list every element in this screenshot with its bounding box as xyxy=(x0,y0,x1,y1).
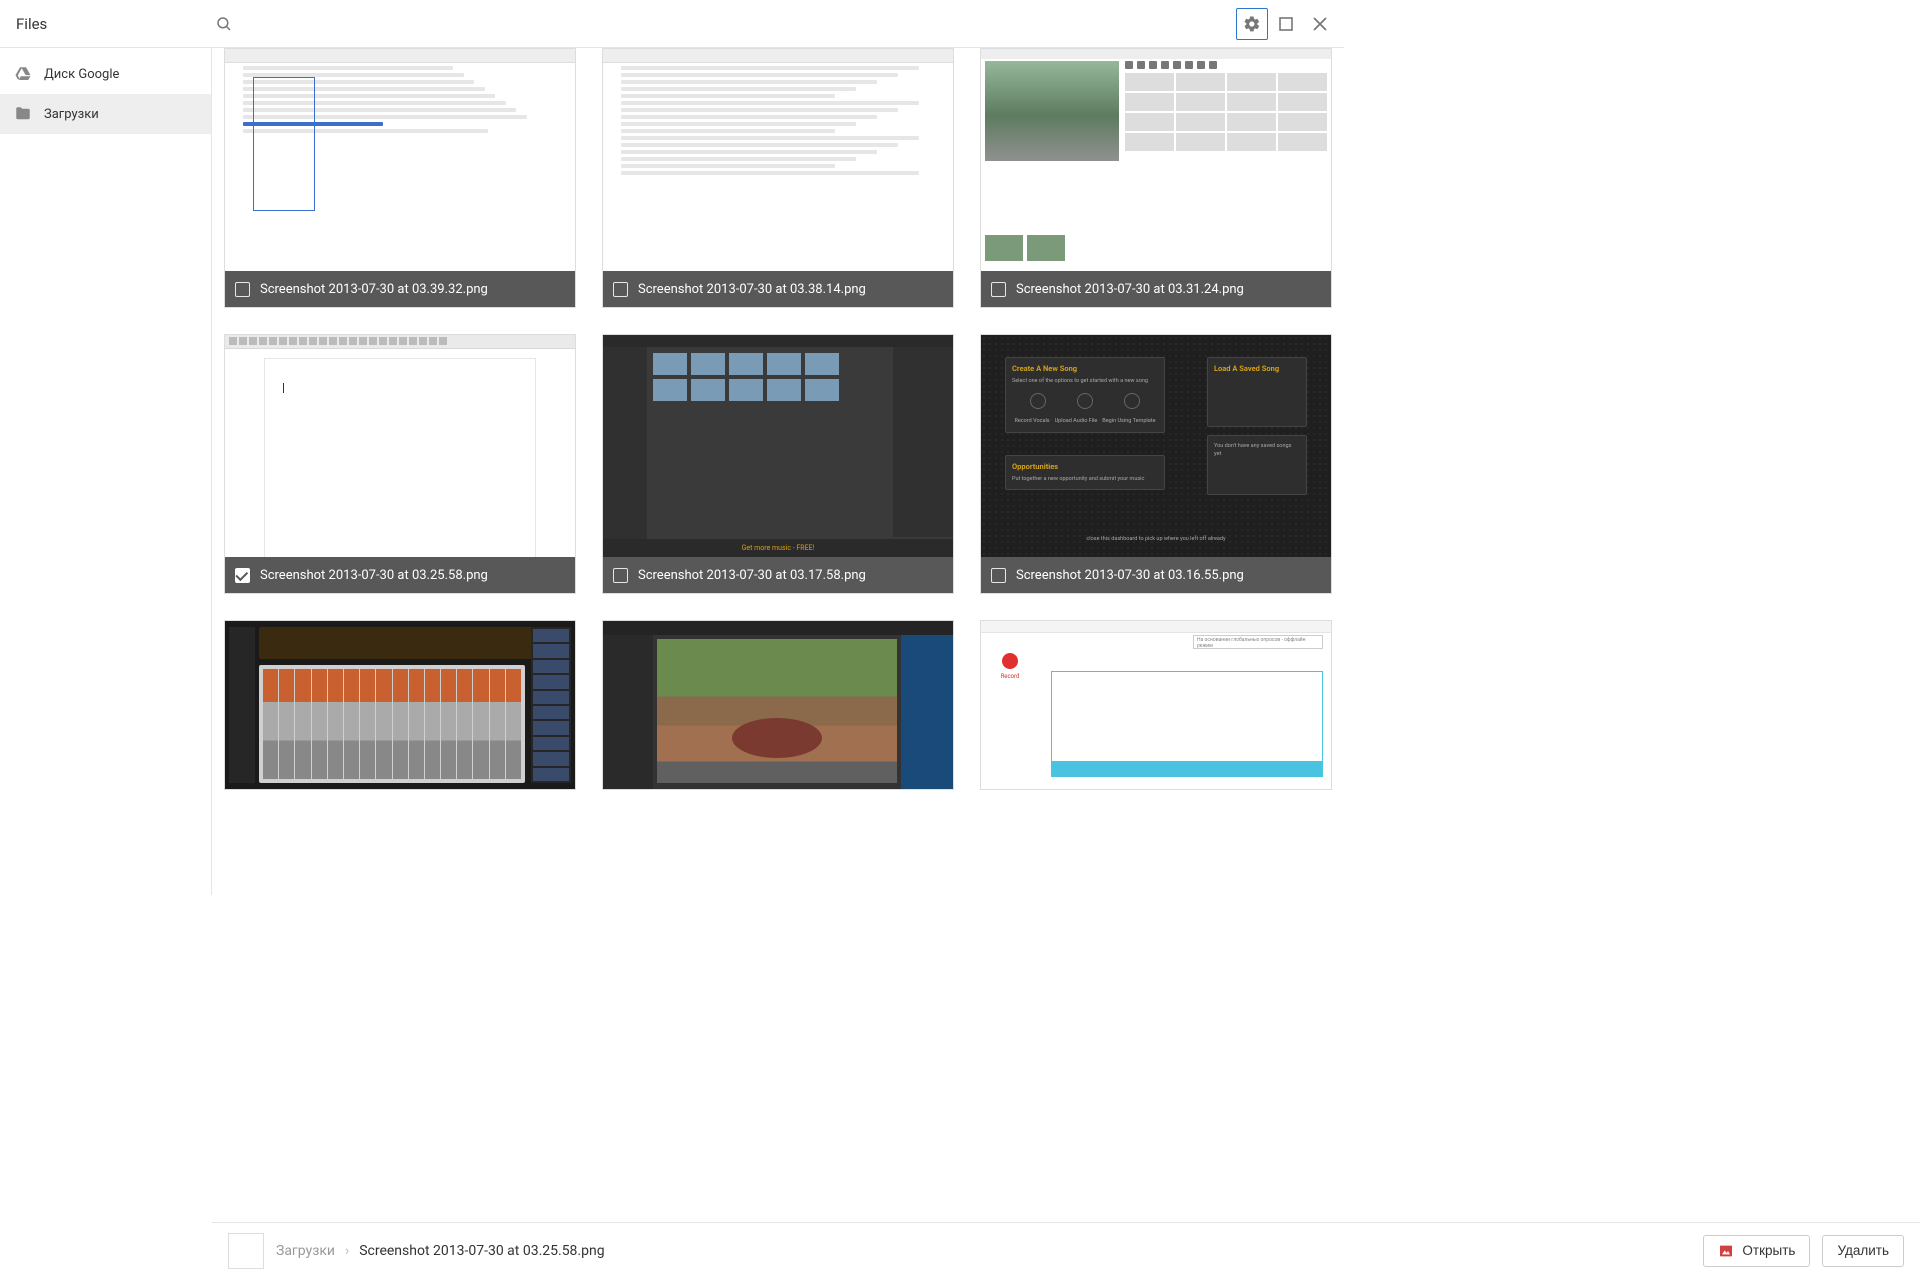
breadcrumb-sep: › xyxy=(345,1243,349,1259)
file-checkbox[interactable] xyxy=(991,568,1006,583)
file-grid-area[interactable]: Screenshot 2013-07-30 at 03.39.32.png Sc… xyxy=(212,48,1344,895)
close-icon xyxy=(1313,17,1327,31)
delete-button[interactable]: Удалить xyxy=(1822,1235,1904,1267)
footer-thumb xyxy=(228,1233,264,1269)
search-icon xyxy=(215,15,233,33)
breadcrumb-file: Screenshot 2013-07-30 at 03.25.58.png xyxy=(359,1243,604,1259)
close-button[interactable] xyxy=(1304,8,1336,40)
file-checkbox[interactable] xyxy=(991,282,1006,297)
maximize-button[interactable] xyxy=(1270,8,1302,40)
file-tile[interactable] xyxy=(224,620,576,790)
file-caption: Screenshot 2013-07-30 at 03.39.32.png xyxy=(225,271,575,307)
sidebar: Диск Google Загрузки xyxy=(0,48,212,895)
titlebar: Files xyxy=(0,0,1344,48)
file-thumb[interactable] xyxy=(603,49,953,271)
file-caption: Screenshot 2013-07-30 at 03.25.58.png xyxy=(225,557,575,593)
file-name: Screenshot 2013-07-30 at 03.39.32.png xyxy=(260,282,488,297)
maximize-icon xyxy=(1279,17,1293,31)
file-caption: Screenshot 2013-07-30 at 03.31.24.png xyxy=(981,271,1331,307)
file-name: Screenshot 2013-07-30 at 03.38.14.png xyxy=(638,282,866,297)
file-thumb[interactable] xyxy=(225,335,575,557)
gear-icon xyxy=(1243,15,1261,33)
file-tile[interactable]: Screenshot 2013-07-30 at 03.25.58.png xyxy=(224,334,576,594)
file-checkbox[interactable] xyxy=(613,568,628,583)
file-caption: Screenshot 2013-07-30 at 03.17.58.png xyxy=(603,557,953,593)
file-tile[interactable]: Screenshot 2013-07-30 at 03.38.14.png xyxy=(602,48,954,308)
file-checkbox[interactable] xyxy=(235,568,250,583)
file-name: Screenshot 2013-07-30 at 03.17.58.png xyxy=(638,568,866,583)
file-tile[interactable]: Create A New Song Select one of the opti… xyxy=(980,334,1332,594)
breadcrumb-folder[interactable]: Загрузки xyxy=(276,1243,335,1259)
file-thumb[interactable] xyxy=(981,49,1331,271)
file-tile[interactable]: На основании глобальных опросов - оффлай… xyxy=(980,620,1332,790)
file-tile[interactable]: Screenshot 2013-07-30 at 03.31.24.png xyxy=(980,48,1332,308)
delete-button-label: Удалить xyxy=(1837,1243,1889,1258)
open-button[interactable]: Открыть xyxy=(1703,1235,1810,1267)
file-thumb[interactable]: На основании глобальных опросов - оффлай… xyxy=(981,621,1331,789)
open-button-label: Открыть xyxy=(1742,1243,1795,1258)
file-caption: Screenshot 2013-07-30 at 03.16.55.png xyxy=(981,557,1331,593)
folder-icon xyxy=(14,105,32,123)
file-thumb[interactable]: Get more music - FREE! xyxy=(603,335,953,557)
search-button[interactable] xyxy=(208,8,240,40)
file-thumb[interactable] xyxy=(225,621,575,789)
file-name: Screenshot 2013-07-30 at 03.16.55.png xyxy=(1016,568,1244,583)
file-caption: Screenshot 2013-07-30 at 03.38.14.png xyxy=(603,271,953,307)
sidebar-item-downloads[interactable]: Загрузки xyxy=(0,94,211,134)
file-thumb[interactable] xyxy=(225,49,575,271)
window-title: Files xyxy=(8,15,208,33)
file-checkbox[interactable] xyxy=(235,282,250,297)
footer-bar: Загрузки › Screenshot 2013-07-30 at 03.2… xyxy=(212,1222,1920,1278)
file-thumb[interactable]: Create A New Song Select one of the opti… xyxy=(981,335,1331,557)
file-checkbox[interactable] xyxy=(613,282,628,297)
file-tile[interactable] xyxy=(602,620,954,790)
breadcrumb: Загрузки › Screenshot 2013-07-30 at 03.2… xyxy=(276,1243,605,1259)
file-tile[interactable]: Get more music - FREE! Screenshot 2013-0… xyxy=(602,334,954,594)
file-name: Screenshot 2013-07-30 at 03.25.58.png xyxy=(260,568,488,583)
file-thumb[interactable] xyxy=(603,621,953,789)
file-name: Screenshot 2013-07-30 at 03.31.24.png xyxy=(1016,282,1244,297)
sidebar-item-label: Диск Google xyxy=(44,67,119,82)
sidebar-item-drive[interactable]: Диск Google xyxy=(0,54,211,94)
settings-button[interactable] xyxy=(1236,8,1268,40)
image-icon xyxy=(1718,1243,1734,1259)
file-tile[interactable]: Screenshot 2013-07-30 at 03.39.32.png xyxy=(224,48,576,308)
drive-icon xyxy=(14,65,32,83)
sidebar-item-label: Загрузки xyxy=(44,107,99,122)
